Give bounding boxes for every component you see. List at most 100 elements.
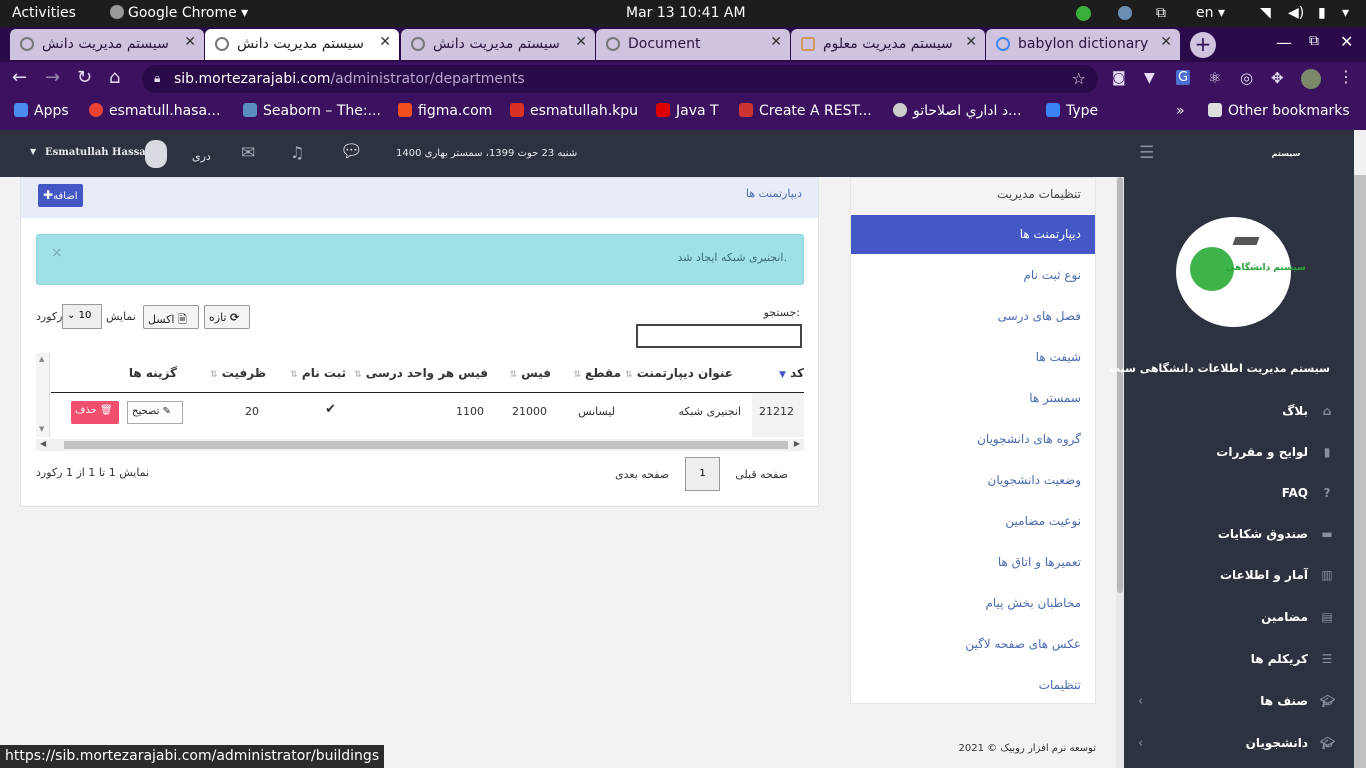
clock[interactable]: Mar 13 10:41 AM [626,5,746,21]
nav-item-statistics[interactable]: آمار و اطلاعات ▥ [1220,568,1334,582]
battery-icon[interactable]: ▮ [1318,5,1326,21]
app-menu[interactable]: Google Chrome ▾ [110,5,248,21]
nav-item-faq[interactable]: FAQ? [1282,486,1334,500]
column-header[interactable]: ⇅ عنوان دیپارتمنت [622,366,733,380]
chevron-left-icon[interactable]: ‹ [1138,694,1143,709]
bookmark-item[interactable]: د اداري اصلاحاتو... [893,103,1021,119]
scroll-down-icon[interactable]: ▼ [39,425,44,433]
puzzle-icon[interactable]: ✥ [1271,69,1284,87]
refresh-button[interactable]: تازه ⟳ [204,305,250,329]
language-switch[interactable]: دری [192,150,211,163]
activities-button[interactable]: Activities [12,5,76,21]
menu-item-login-images[interactable]: عکس های صفحه لاگین [965,637,1081,651]
update-icon[interactable] [1076,6,1091,21]
extension-v-icon[interactable]: ▼ [1144,70,1155,86]
system-menu-icon[interactable]: ▾ [1342,5,1349,21]
column-header[interactable]: ▼ کد [779,366,804,380]
menu-item-shifts[interactable]: شیفت ها [1036,350,1081,364]
table-hscroll[interactable]: ◀ ▶ [36,439,804,451]
close-tab-icon[interactable]: ✕ [575,34,587,50]
bookmark-other[interactable]: Other bookmarks [1208,103,1350,119]
scrollbar-thumb[interactable] [1117,177,1123,593]
translate-icon[interactable]: G [1176,70,1191,85]
add-button[interactable]: ✚اضافه [38,184,83,207]
column-header[interactable]: ⇅ مقطع [570,366,621,380]
close-tab-icon[interactable]: ✕ [184,34,196,50]
bookmark-item[interactable]: Type [1046,103,1098,119]
menu-item-registration-type[interactable]: نوع ثبت نام [1024,268,1082,282]
tab-6[interactable]: babylon dictionary ✕ [986,29,1180,60]
nav-item-complaints[interactable]: صندوق شکایات ▬ [1218,527,1334,541]
bookmark-item[interactable]: Seaborn – The:... [243,103,381,119]
menu-item-student-groups[interactable]: گروه های دانشجویان [977,432,1081,446]
column-header[interactable]: ⇅ ظرفیت [207,366,266,380]
nav-item-subjects[interactable]: مضامین ▤ [1261,610,1334,624]
forward-icon[interactable]: → [45,67,60,88]
language-indicator[interactable]: en ▾ [1196,5,1225,21]
maximize-button[interactable]: ⧉ [1309,33,1319,49]
hamburger-icon[interactable]: ☰ [1139,143,1154,163]
back-icon[interactable]: ← [12,67,27,88]
chevron-left-icon[interactable]: ‹ [1138,736,1143,751]
edit-button[interactable]: تصحیح ✎ [127,401,183,424]
window-scrollbar[interactable] [1354,130,1366,768]
chat-icon[interactable]: 💬︎ [340,141,363,162]
close-tab-icon[interactable]: ✕ [965,34,977,50]
tab-4[interactable]: Document ✕ [596,29,790,60]
close-window-button[interactable]: ✕ [1340,32,1353,51]
close-tab-icon[interactable]: ✕ [1160,34,1172,50]
menu-item-subject-types[interactable]: نوعیت مضامین [1005,514,1081,528]
user-dropdown-icon[interactable]: ▼ [30,147,36,156]
menu-item-departments-active[interactable]: دیپارتمنت ها [851,215,1095,254]
home-icon[interactable]: ⌂ [109,67,120,88]
scroll-up-icon[interactable]: ▲ [39,355,44,363]
avatar[interactable] [145,140,167,168]
bookmark-item[interactable]: Create A REST... [739,103,872,119]
close-tab-icon[interactable]: ✕ [379,34,391,50]
nav-item-curriculum[interactable]: کریکلم ها ☰ [1251,652,1334,666]
menu-item-settings[interactable]: تنظیمات [1039,678,1081,692]
menu-item-semesters[interactable]: سمستر ها [1029,391,1081,405]
minimize-button[interactable]: — [1276,33,1292,52]
volume-icon[interactable]: ◀) [1288,5,1304,21]
delete-button[interactable]: حذف 🗑︎ [71,401,119,424]
nav-item-blog[interactable]: بلاگ ⌂ [1282,404,1334,418]
clipboard-icon[interactable]: ⧉ [1156,5,1166,21]
tab-5[interactable]: سیستم مدیریت معلوم ✕ [791,29,985,60]
wifi-icon[interactable]: ◥ [1260,5,1271,21]
reload-icon[interactable]: ↻ [77,67,92,88]
nav-item-classes[interactable]: صنف ها 🎓︎ [1260,694,1335,708]
bookmark-item[interactable]: esmatullah.kpu [510,103,638,119]
bookmark-item[interactable]: Java T [656,103,719,119]
header-logo[interactable]: سیستم دانشگاهی [1258,137,1314,192]
camera-icon[interactable]: ◙ [1112,70,1126,86]
page-size-select[interactable]: ⌄ 10 [62,304,102,329]
university-logo[interactable]: سیستم دانشگاهی [1176,217,1306,327]
menu-item-message-audiences[interactable]: مخاطبان بخش پیام [985,596,1081,610]
sidebar-scrollbar[interactable] [1116,177,1124,768]
scroll-left-icon[interactable]: ◀ [40,439,46,448]
tab-2[interactable]: سیستم مدیریت دانش ✕ [205,29,399,60]
bookmark-item[interactable]: esmatull.hasa... [89,103,220,119]
bell-icon[interactable]: ♫ [290,143,304,162]
close-alert-icon[interactable]: × [51,245,63,261]
table-vscroll[interactable]: ▲ ▼ [36,353,50,437]
search-input[interactable] [636,324,802,348]
nav-item-students[interactable]: دانشجویان 🎓︎ [1246,736,1336,750]
tab-1[interactable]: سیستم مدیریت دانش ✕ [10,29,204,60]
column-header[interactable]: ⇅ فیس هر واحد درسی [351,366,488,380]
tab-3[interactable]: سیستم مدیریت دانش ✕ [401,29,595,60]
nav-item-regulations[interactable]: لوایح و مقررات ▮ [1216,445,1334,459]
scrollbar-thumb[interactable] [1354,175,1366,768]
new-tab-button[interactable]: + [1190,32,1216,58]
column-header[interactable]: ⇅ فیس [507,366,551,380]
next-page-button[interactable]: صفحه بعدی [615,468,669,481]
menu-item-student-status[interactable]: وضعیت دانشجویان [988,473,1081,487]
hscroll-thumb[interactable] [64,441,788,449]
address-bar[interactable]: 🔒︎ sib.mortezarajabi.com/administrator/d… [142,65,1098,93]
react-icon[interactable]: ⚛ [1208,69,1221,87]
column-header[interactable]: ⇅ ثبت نام [287,366,346,380]
prev-page-button[interactable]: صفحه قبلی [735,468,788,481]
envelope-icon[interactable]: ✉ [241,143,255,163]
chrome-menu-icon[interactable]: ⋮ [1338,67,1354,86]
